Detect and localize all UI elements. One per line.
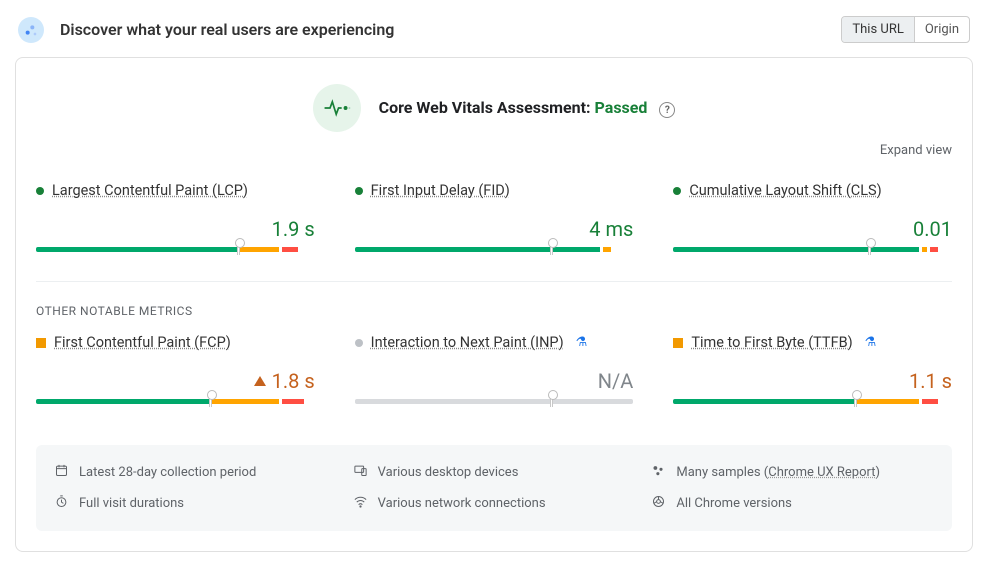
footer-item: Various desktop devices [345, 457, 644, 488]
value-marker [550, 396, 553, 407]
crux-icon [18, 17, 44, 43]
page-title: Discover what your real users are experi… [60, 20, 841, 39]
status-dot [355, 187, 363, 195]
footer-item-text: Many samples (Chrome UX Report) [676, 465, 880, 480]
flask-icon: ⚗ [865, 335, 877, 350]
network-icon [353, 494, 368, 513]
assessment-row: Core Web Vitals Assessment: Passed ? [36, 58, 952, 142]
metric-value: 0.01 [913, 217, 952, 241]
samples-icon [651, 463, 666, 482]
metric-name-link[interactable]: Interaction to Next Paint (INP) [371, 334, 564, 351]
metric-first-contentful-paint-fcp-: First Contentful Paint (FCP) 1.8 s [36, 334, 315, 409]
metric-value: 4 ms [589, 217, 633, 241]
footer-item-text: Full visit durations [79, 496, 184, 511]
crux-card: Core Web Vitals Assessment: Passed ? Exp… [15, 57, 973, 552]
value-marker [868, 244, 871, 255]
calendar-icon [54, 463, 69, 482]
timer-icon [54, 494, 69, 513]
metric-name-link[interactable]: First Contentful Paint (FCP) [54, 334, 231, 351]
value-marker [209, 396, 212, 407]
footer-column: Latest 28-day collection period Full visi… [46, 457, 345, 519]
distribution-bar [355, 399, 634, 409]
footer-info-box: Latest 28-day collection period Full visi… [36, 445, 952, 531]
footer-item-text: All Chrome versions [676, 496, 792, 511]
status-dot [36, 187, 44, 195]
footer-item: Latest 28-day collection period [46, 457, 345, 488]
metric-first-input-delay-fid-: First Input Delay (FID) 4 ms [355, 182, 634, 257]
status-dot [673, 187, 681, 195]
scope-segmented-control: This URL Origin [841, 16, 970, 43]
scope-this-url[interactable]: This URL [842, 17, 913, 42]
flask-icon: ⚗ [576, 335, 588, 350]
other-metrics-row: First Contentful Paint (FCP) 1.8 s Interac… [36, 322, 952, 433]
desktop-icon [353, 463, 368, 482]
assessment-prefix: Core Web Vitals Assessment: [379, 98, 591, 117]
distribution-bar [355, 247, 634, 257]
status-dot [673, 338, 683, 348]
footer-item-text: Various network connections [378, 496, 546, 511]
metric-value: N/A [598, 369, 634, 393]
footer-column: Many samples (Chrome UX Report) All Chrom… [643, 457, 942, 519]
metric-name-link[interactable]: Time to First Byte (TTFB) [691, 334, 852, 351]
distribution-bar [673, 247, 952, 257]
distribution-bar [36, 247, 315, 257]
status-dot [355, 339, 363, 347]
distribution-bar [36, 399, 315, 409]
footer-column: Various desktop devices Various network c… [345, 457, 644, 519]
metric-interaction-to-next-paint-inp-: Interaction to Next Paint (INP) ⚗ N/A [355, 334, 634, 409]
help-icon[interactable]: ? [659, 102, 675, 118]
value-marker [237, 244, 240, 255]
other-metrics-title: OTHER NOTABLE METRICS [36, 282, 952, 322]
metric-value: 1.1 s [909, 369, 952, 393]
footer-item-text: Various desktop devices [378, 465, 519, 480]
footer-item: Many samples (Chrome UX Report) [643, 457, 942, 488]
scope-origin[interactable]: Origin [914, 17, 969, 42]
footer-item-text: Latest 28-day collection period [79, 465, 256, 480]
metric-largest-contentful-paint-lcp-: Largest Contentful Paint (LCP) 1.9 s [36, 182, 315, 257]
value-marker [550, 244, 553, 255]
metric-value: 1.8 s [272, 369, 315, 393]
footer-item: All Chrome versions [643, 488, 942, 519]
metric-time-to-first-byte-ttfb-: Time to First Byte (TTFB) ⚗ 1.1 s [673, 334, 952, 409]
footer-item: Full visit durations [46, 488, 345, 519]
assessment-result: Passed [595, 98, 648, 117]
value-marker [854, 396, 857, 407]
metric-name-link[interactable]: Largest Contentful Paint (LCP) [52, 182, 248, 199]
core-metrics-row: Largest Contentful Paint (LCP) 1.9 s First… [36, 170, 952, 281]
pulse-icon [313, 84, 361, 132]
distribution-bar [673, 399, 952, 409]
metric-cumulative-layout-shift-cls-: Cumulative Layout Shift (CLS) 0.01 [673, 182, 952, 257]
metric-value: 1.9 s [272, 217, 315, 241]
assessment-label: Core Web Vitals Assessment: Passed ? [379, 98, 676, 119]
chrome-icon [651, 494, 666, 513]
expand-view-link[interactable]: Expand view [880, 143, 952, 158]
footer-link[interactable]: Chrome UX Report [768, 465, 875, 480]
metric-name-link[interactable]: Cumulative Layout Shift (CLS) [689, 182, 881, 199]
metric-name-link[interactable]: First Input Delay (FID) [371, 182, 510, 199]
footer-item: Various network connections [345, 488, 644, 519]
warning-triangle-icon [254, 376, 266, 386]
status-dot [36, 338, 46, 348]
